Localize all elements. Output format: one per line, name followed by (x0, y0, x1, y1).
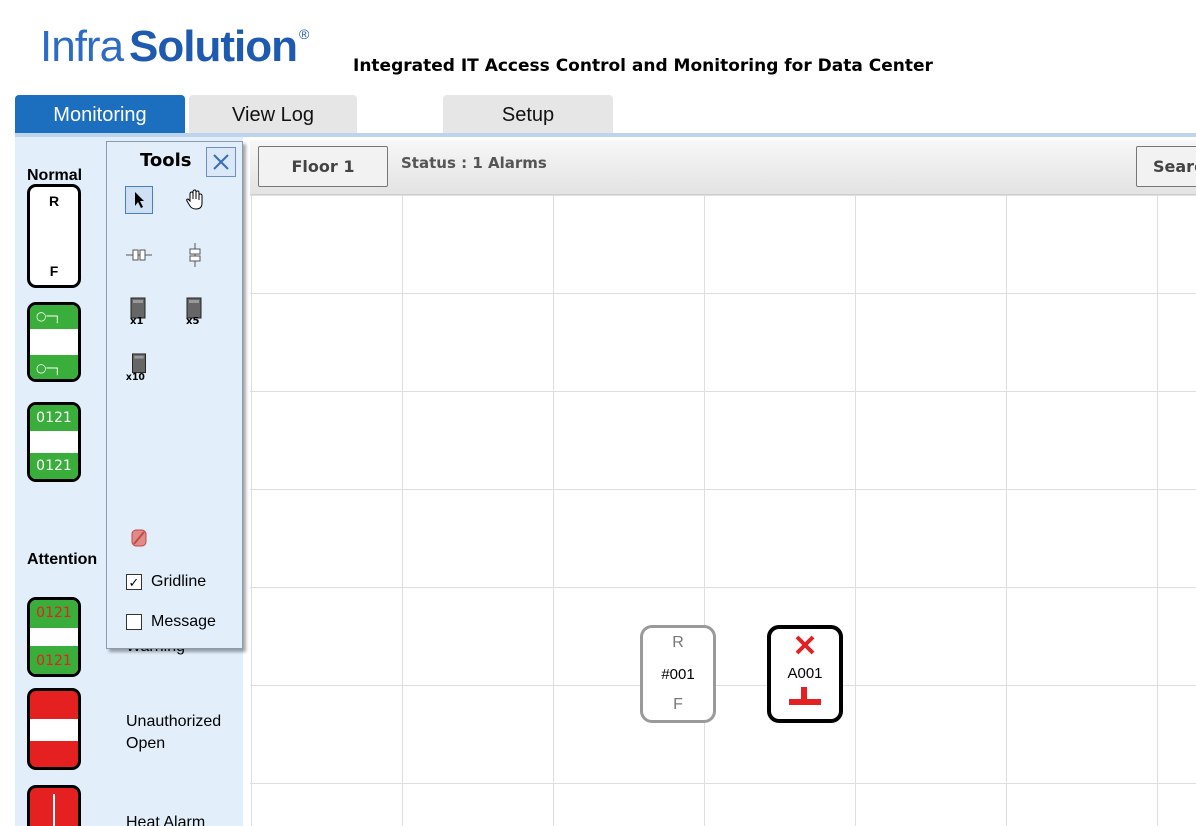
logo: Infra Solution ® (40, 22, 309, 82)
legend-unauthorized-label: Unauthorized Open (126, 713, 222, 752)
horizontal-door-icon[interactable] (125, 241, 153, 269)
search-button[interactable]: Search (1136, 146, 1196, 187)
gridline-label: Gridline (151, 573, 207, 590)
tab-view-log[interactable]: View Log (189, 95, 357, 136)
alarm-id: A001 (787, 665, 823, 682)
svg-text:x1: x1 (130, 316, 143, 326)
hand-icon[interactable] (181, 186, 209, 214)
status-text: Status : 1 Alarms (401, 154, 547, 172)
rack-x1-icon[interactable]: x1 (125, 297, 153, 326)
warning-code-bottom: 0121 (36, 653, 72, 669)
key-door-icon: ○─┐ ○─┐ (27, 302, 81, 382)
reader-id: #001 (661, 666, 695, 683)
door-top-letter: R (48, 193, 60, 209)
floor-door-reader[interactable]: R #001 F (640, 625, 716, 723)
rack-x5-icon[interactable]: x5 (181, 297, 209, 326)
door-code-top: 0121 (36, 410, 72, 426)
vertical-door-icon[interactable] (181, 241, 209, 269)
legend-attention-heading: Attention (27, 551, 98, 568)
door-code-bottom: 0121 (36, 458, 72, 474)
legend-heat-alarm-label: Heat Alarm (126, 814, 206, 826)
close-icon[interactable] (206, 147, 236, 177)
reader-top-letter: R (672, 634, 684, 651)
message-label: Message (151, 613, 216, 630)
legend-normal-heading: Normal (27, 167, 83, 184)
logo-solution: Solution (129, 22, 298, 71)
heat-alarm-icon (27, 785, 81, 826)
warning-code-top: 0121 (36, 605, 72, 621)
tab-setup[interactable]: Setup (443, 95, 613, 136)
message-checkbox[interactable] (126, 614, 142, 630)
rack-x10-icon[interactable]: x10 (125, 353, 153, 383)
floor-grid-canvas[interactable]: R #001 F A001 (250, 195, 1196, 826)
rf-door-icon: R F (27, 184, 81, 288)
svg-text:x5: x5 (186, 316, 199, 326)
pointer-icon[interactable] (125, 186, 153, 214)
floor-select-button[interactable]: Floor 1 (258, 146, 388, 187)
door-bottom-letter: F (49, 263, 59, 279)
code-door-icon: 0121 0121 (27, 402, 81, 482)
floor-door-alarm[interactable]: A001 (767, 625, 843, 723)
tools-panel: Tools x1 x5 x10 ✓ Gridline Message (106, 141, 243, 649)
svg-text:x10: x10 (126, 372, 146, 383)
gridline-checkbox[interactable]: ✓ (126, 574, 142, 590)
tab-monitoring[interactable]: Monitoring (15, 95, 185, 136)
map-toolbar: Floor 1 Status : 1 Alarms Search (250, 140, 1196, 195)
gridline-toggle[interactable]: ✓ Gridline (126, 573, 206, 591)
floor-map-area: Floor 1 Status : 1 Alarms Search R #001 … (250, 140, 1196, 826)
delete-icon[interactable] (125, 523, 153, 551)
logo-registered-mark: ® (299, 26, 310, 42)
logo-infra: Infra (40, 22, 124, 71)
app-window: Infra Solution ® Integrated IT Access Co… (0, 0, 1196, 826)
unauthorized-open-icon (27, 688, 81, 770)
warning-door-icon: 0121 0121 (27, 597, 81, 677)
app-tagline: Integrated IT Access Control and Monitor… (353, 56, 933, 76)
tools-title: Tools (140, 150, 192, 171)
reader-bottom-letter: F (673, 696, 683, 713)
message-toggle[interactable]: Message (126, 613, 216, 631)
